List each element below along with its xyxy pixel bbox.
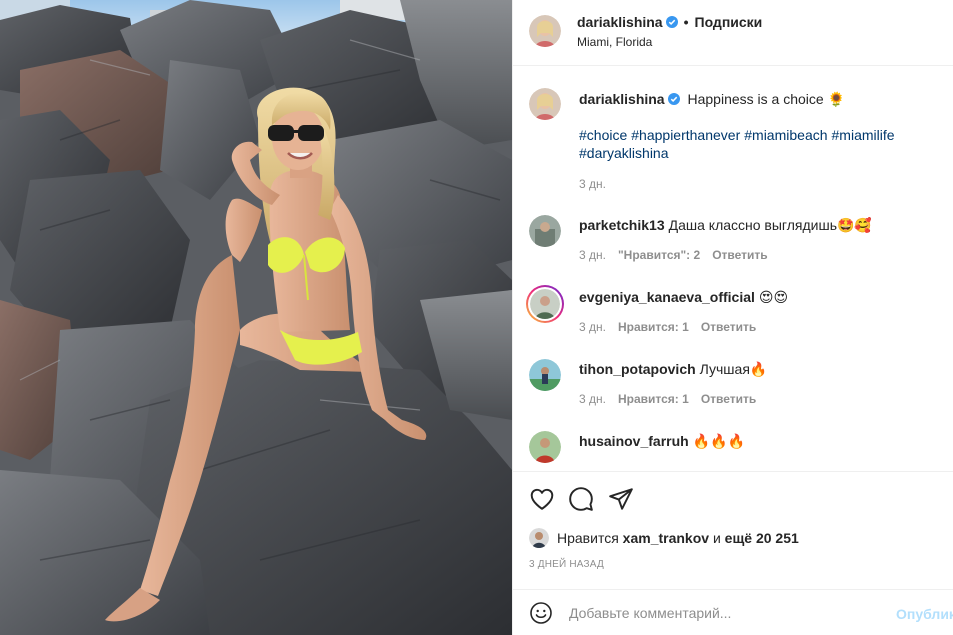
likes-prefix: Нравится — [557, 530, 619, 546]
caption-row: dariaklishina Happiness is a choice 🌻 #c… — [513, 66, 953, 196]
verified-badge-icon — [667, 91, 680, 105]
comment-body: tihon_potapovich Лучшая🔥 — [579, 360, 938, 378]
comment-body: husainov_farruh 🔥🔥🔥 — [579, 432, 938, 450]
post-side-panel: dariaklishina • Подписки Miami, Florida da… — [512, 0, 953, 635]
publish-button[interactable]: Опубликовать — [896, 606, 953, 622]
author-username[interactable]: dariaklishina — [577, 14, 663, 30]
hashtag-link[interactable]: #daryaklishina — [579, 145, 669, 161]
comment-row: parketchik13 Даша классно выглядишь🤩🥰 3 д… — [513, 211, 953, 271]
caption-body: dariaklishina Happiness is a choice 🌻 — [579, 90, 938, 108]
post-timestamp[interactable]: 3 дней назад — [529, 559, 604, 570]
reply-button[interactable]: Ответить — [701, 320, 756, 334]
comment-text: Даша классно выглядишь🤩🥰 — [668, 217, 872, 233]
comment-meta: 3 дн. "Нравится": 2 Ответить — [579, 248, 780, 262]
header-separator: • — [683, 14, 689, 30]
comment-likes[interactable]: Нравится: 1 — [618, 392, 689, 406]
heart-icon[interactable] — [529, 486, 555, 512]
commenter-avatar[interactable] — [529, 215, 561, 247]
comment-row: husainov_farruh 🔥🔥🔥 — [513, 427, 953, 471]
comment-likes[interactable]: "Нравится": 2 — [618, 248, 700, 262]
story-ring[interactable] — [526, 285, 564, 323]
caption-meta: 3 дн. — [579, 177, 618, 191]
comment-input[interactable] — [569, 602, 879, 624]
comment-username[interactable]: parketchik13 — [579, 217, 665, 233]
hashtag-link[interactable]: #choice — [579, 127, 627, 143]
comment-row: evgeniya_kanaeva_official 😍😍 3 дн. Нравитс… — [513, 283, 953, 343]
share-icon[interactable] — [608, 486, 634, 512]
reply-button[interactable]: Ответить — [701, 392, 756, 406]
comment-likes[interactable]: Нравится: 1 — [618, 320, 689, 334]
comment-text: 😍😍 — [758, 289, 789, 305]
comment-time[interactable]: 3 дн. — [579, 392, 606, 406]
comment-username[interactable]: tihon_potapovich — [579, 361, 696, 377]
comment-icon[interactable] — [568, 486, 594, 512]
verified-badge-icon — [665, 15, 678, 28]
hashtag-link[interactable]: #miamilife — [832, 127, 895, 143]
caption-author-avatar[interactable] — [529, 88, 561, 120]
likes-count[interactable]: ещё 20 251 — [725, 530, 799, 546]
comment-body: evgeniya_kanaeva_official 😍😍 — [579, 288, 938, 306]
caption-username[interactable]: dariaklishina — [579, 91, 665, 107]
post-location[interactable]: Miami, Florida — [577, 35, 652, 49]
following-button[interactable]: Подписки — [695, 14, 763, 30]
hashtag-link[interactable]: #happierthanever — [631, 127, 740, 143]
reply-button[interactable]: Ответить — [712, 248, 767, 262]
author-avatar[interactable] — [529, 15, 561, 47]
caption-text: Happiness is a choice 🌻 — [687, 91, 845, 107]
comment-username[interactable]: evgeniya_kanaeva_official — [579, 289, 755, 305]
comment-body: parketchik13 Даша классно выглядишь🤩🥰 — [579, 216, 938, 234]
emoji-icon[interactable] — [529, 601, 553, 625]
caption-time[interactable]: 3 дн. — [579, 177, 606, 191]
comment-meta: 3 дн. Нравится: 1 Ответить — [579, 320, 768, 334]
commenter-avatar[interactable] — [530, 289, 560, 319]
comment-username[interactable]: husainov_farruh — [579, 433, 689, 449]
hashtag-link[interactable]: #miamibeach — [744, 127, 827, 143]
caption-hashtags: #choice #happierthanever #miamibeach #miami… — [579, 126, 938, 162]
liker-username[interactable]: xam_trankov — [623, 530, 709, 546]
comment-time[interactable]: 3 дн. — [579, 248, 606, 262]
liker-avatar[interactable] — [529, 528, 549, 548]
header-line: dariaklishina • Подписки — [577, 14, 762, 30]
comment-text: 🔥🔥🔥 — [692, 433, 745, 449]
comment-text: Лучшая🔥 — [699, 361, 768, 377]
post-header: dariaklishina • Подписки Miami, Florida — [513, 0, 953, 66]
likes-summary[interactable]: Нравится xam_trankov и ещё 20 251 — [529, 527, 949, 549]
commenter-avatar[interactable] — [529, 431, 561, 463]
comments-list[interactable]: dariaklishina Happiness is a choice 🌻 #c… — [513, 66, 953, 472]
post-photo[interactable] — [0, 0, 512, 635]
likes-conjunction: и — [712, 530, 721, 546]
commenter-avatar[interactable] — [529, 359, 561, 391]
comment-meta: 3 дн. Нравится: 1 Ответить — [579, 392, 768, 406]
post-photo-image — [0, 0, 512, 635]
comment-time[interactable]: 3 дн. — [579, 320, 606, 334]
post-actions — [513, 472, 953, 528]
likes-text: Нравится xam_trankov и ещё 20 251 — [557, 530, 799, 546]
comment-row: tihon_potapovich Лучшая🔥 3 дн. Нравится: 1… — [513, 355, 953, 415]
add-comment-bar: Опубликовать — [513, 589, 953, 635]
instagram-post-view: dariaklishina • Подписки Miami, Florida da… — [0, 0, 953, 635]
